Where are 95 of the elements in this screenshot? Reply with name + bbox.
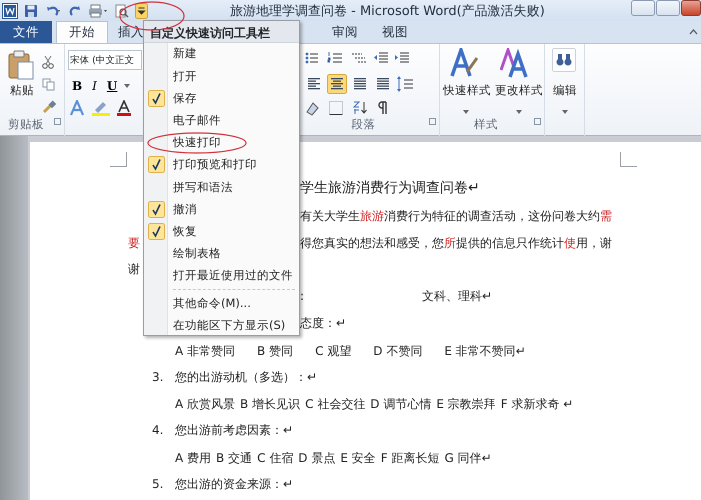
- app-icon: [2, 2, 18, 18]
- answer-option: G 同伴↵: [444, 449, 492, 467]
- ribbon-tab[interactable]: 开始: [56, 21, 108, 43]
- answer-option: E 非常不赞同↵: [444, 342, 526, 360]
- menu-item[interactable]: 打开最近使用过的文件: [144, 264, 299, 288]
- binoculars-icon[interactable]: [552, 48, 576, 72]
- copy-icon[interactable]: [42, 78, 55, 92]
- margin-corner-mark: [110, 152, 127, 167]
- answer-option: B 增长见识: [240, 395, 300, 414]
- align-center-icon[interactable]: [327, 74, 347, 94]
- answer-option: D 景点: [298, 449, 336, 467]
- editing-button[interactable]: 编辑: [551, 82, 579, 100]
- save-icon[interactable]: [24, 4, 38, 18]
- list-number: 4.: [152, 422, 164, 440]
- dropdown-arrow-icon[interactable]: [562, 110, 568, 114]
- quick-styles-icon[interactable]: [450, 48, 478, 78]
- question-text: 您出游的资金来源：↵: [175, 476, 294, 493]
- menu-item[interactable]: 撤消: [144, 198, 299, 220]
- redo-icon[interactable]: [68, 4, 82, 18]
- menu-item[interactable]: 新建: [144, 43, 299, 66]
- paragraph-text: 态度：↵: [300, 315, 346, 332]
- answer-option: F 求新求奇 ↵: [500, 395, 574, 414]
- brush-icon[interactable]: [42, 100, 56, 114]
- ribbon-tab[interactable]: 审阅: [320, 21, 370, 43]
- list-number: 5.: [152, 476, 164, 493]
- printer-icon[interactable]: [88, 4, 108, 18]
- underline-button[interactable]: U: [104, 77, 120, 95]
- dropdown-arrow-icon[interactable]: [463, 110, 469, 114]
- bold-button[interactable]: B: [69, 77, 86, 95]
- menu-item[interactable]: 其他命令(M)...: [144, 292, 299, 314]
- styles-button[interactable]: 更改样式: [493, 82, 545, 100]
- dialog-launcher-icon[interactable]: [54, 118, 61, 126]
- answer-option: E 宗教崇拜: [436, 395, 496, 414]
- dialog-launcher-icon[interactable]: [534, 118, 541, 126]
- answer-option: F 距离长短: [380, 449, 440, 467]
- answer-option: D 调节心情: [370, 395, 432, 414]
- menu-item[interactable]: 在功能区下方显示(S): [144, 314, 299, 336]
- question-text: 您的出游动机（多选）：↵: [175, 368, 318, 386]
- question-text: 您出游前考虑因素：↵: [175, 422, 294, 440]
- group-label: 剪贴板: [7, 116, 45, 133]
- margin-corner-mark: [620, 152, 637, 167]
- answer-option: A 非常赞同: [175, 342, 236, 360]
- dropdown-arrow-icon[interactable]: [124, 84, 130, 88]
- ribbon-tab[interactable]: 文件: [0, 21, 52, 43]
- change-styles-icon[interactable]: [500, 48, 530, 78]
- menu-item[interactable]: 绘制表格: [144, 242, 299, 265]
- paste-button[interactable]: 粘贴: [8, 82, 36, 100]
- answer-option: D 不赞同: [373, 342, 422, 360]
- menu-item[interactable]: 打印预览和打印: [144, 154, 299, 176]
- borders-icon[interactable]: [328, 100, 344, 116]
- answer-option: A 费用: [175, 449, 212, 467]
- group-label: 段落: [350, 116, 376, 133]
- text-effects-icon[interactable]: [69, 100, 85, 116]
- dropdown-arrow-icon[interactable]: [516, 110, 522, 114]
- answer-option: C 观望: [315, 342, 352, 360]
- ribbon-tab[interactable]: 视图: [370, 21, 420, 43]
- menu-item[interactable]: 恢复: [144, 220, 299, 243]
- menu-item[interactable]: 电子邮件: [144, 110, 299, 132]
- shading-icon[interactable]: [304, 100, 320, 116]
- answer-option: A 欣赏风景: [175, 395, 236, 414]
- menu-item[interactable]: 保存: [144, 87, 299, 110]
- list-number: 3.: [152, 368, 164, 386]
- italic-button[interactable]: I: [89, 77, 100, 95]
- menu-item[interactable]: 打开: [144, 65, 299, 88]
- collapse-ribbon-icon[interactable]: [689, 28, 698, 36]
- document-title: 学生旅游消费行为调查问卷↵: [300, 179, 480, 198]
- paragraph-text: 要: [128, 234, 140, 252]
- menu-item[interactable]: 快速打印: [144, 132, 299, 154]
- paragraph-text: :: [300, 288, 304, 306]
- print-preview-icon[interactable]: [114, 4, 129, 18]
- minimize-button[interactable]: [631, 0, 655, 16]
- close-button[interactable]: [681, 0, 701, 16]
- group-label: 样式: [473, 116, 499, 133]
- font-name-field[interactable]: 宋体 (中文正文: [68, 50, 142, 70]
- paragraph-text: 谢: [128, 261, 140, 278]
- scissors-icon[interactable]: [42, 54, 54, 69]
- answer-option: C 社会交往: [305, 395, 366, 414]
- font-color-icon[interactable]: [117, 100, 131, 116]
- dialog-launcher-icon[interactable]: [429, 118, 436, 126]
- answer-option: C 住宿: [257, 449, 294, 467]
- paste-icon[interactable]: [8, 50, 34, 80]
- answer-option: B 赞同: [257, 342, 294, 360]
- maximize-button[interactable]: [656, 0, 680, 16]
- menu-item[interactable]: 拼写和语法: [144, 176, 299, 198]
- answer-option: E 安全: [340, 449, 376, 467]
- toolbar-dropdown-icon[interactable]: [135, 2, 148, 18]
- line-spacing-icon[interactable]: [396, 74, 414, 94]
- paragraph-text: 得您真实的想法和感受，您所提供的信息只作统计使用，谢: [300, 234, 612, 252]
- paragraph-text: 文科、理科↵: [422, 288, 492, 306]
- paragraph-text: 有关大学生旅游消费行为特征的调查活动，这份问卷大约需: [300, 208, 612, 225]
- answer-option: B 交通: [216, 449, 252, 467]
- window-title: 旅游地理学调查问卷 - Microsoft Word(产品激活失败): [230, 3, 545, 21]
- sort-icon[interactable]: [352, 100, 368, 116]
- undo-icon[interactable]: [44, 4, 62, 18]
- styles-button[interactable]: 快速样式: [441, 82, 493, 100]
